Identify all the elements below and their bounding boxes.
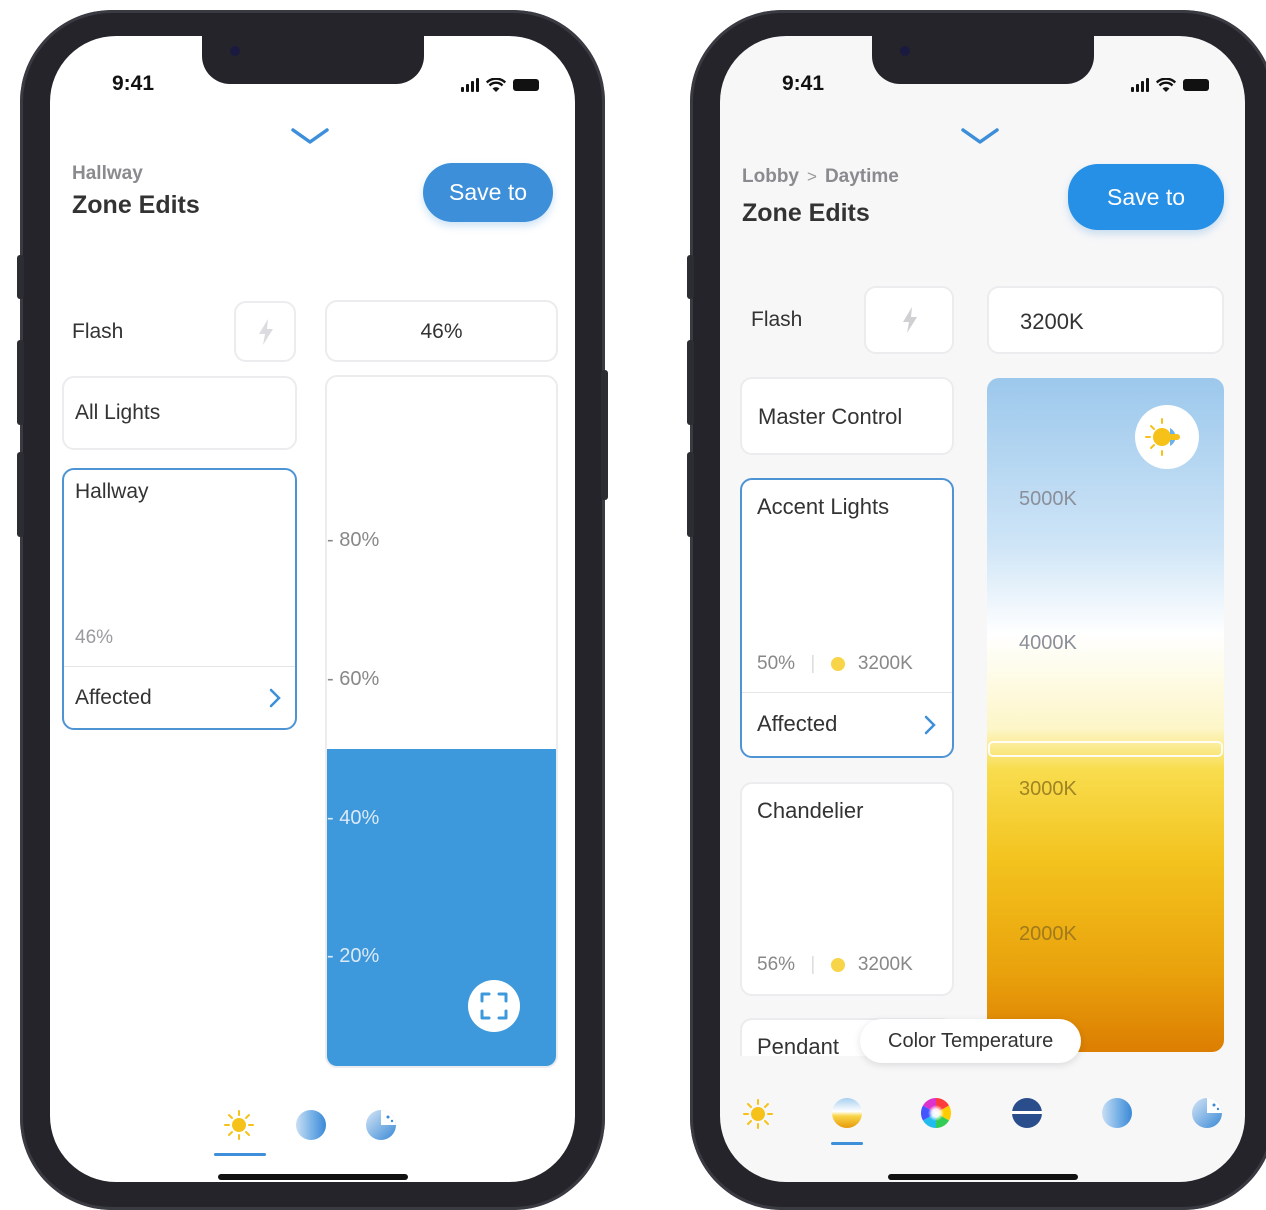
- zone-card-all-lights[interactable]: All Lights: [62, 376, 297, 450]
- zone-name: Accent Lights: [757, 494, 890, 519]
- sun-icon[interactable]: [224, 1110, 254, 1140]
- status-time: 9:41: [112, 72, 155, 95]
- breadcrumb-daytime[interactable]: Daytime: [825, 166, 899, 187]
- breadcrumb[interactable]: Hallway: [72, 163, 143, 185]
- notch: [872, 36, 1094, 84]
- zone-temp: 3200K: [857, 954, 913, 975]
- battery-icon: [513, 79, 539, 91]
- status-time: 9:41: [782, 72, 825, 95]
- tick-80: - 80%: [327, 529, 380, 551]
- horizon-icon[interactable]: [1010, 1096, 1044, 1130]
- signal-icon: [1131, 78, 1149, 92]
- zone-name: All Lights: [75, 401, 161, 424]
- home-indicator: [218, 1174, 408, 1180]
- divider: [742, 692, 952, 693]
- status-icons: [1131, 76, 1209, 92]
- color-dot-icon: [830, 656, 845, 671]
- tick-4000k: 4000K: [1019, 632, 1077, 654]
- tick-3000k: 3000K: [1019, 778, 1077, 800]
- flash-label: Flash: [751, 308, 803, 331]
- lightning-icon: [259, 319, 273, 345]
- phone-left: 9:41 Hallway Zone Edits Save to Flash 46…: [17, 10, 608, 1210]
- dim-moon-icon[interactable]: [1190, 1096, 1224, 1130]
- volume-down-button: [17, 452, 24, 537]
- zone-card-master-control[interactable]: Master Control: [740, 377, 954, 455]
- tick-60: - 60%: [327, 668, 380, 690]
- affected-link[interactable]: Affected: [757, 711, 837, 737]
- save-to-button[interactable]: Save to: [1068, 164, 1224, 230]
- volume-up-button: [687, 340, 694, 425]
- tab-indicator: [214, 1153, 266, 1156]
- breadcrumb-lobby[interactable]: Lobby: [742, 166, 799, 187]
- tick-5000k: 5000K: [1019, 488, 1077, 510]
- zone-name: Chandelier: [757, 798, 864, 823]
- page-title: Zone Edits: [742, 199, 870, 227]
- notch: [202, 36, 424, 84]
- tab-indicator: [831, 1142, 863, 1145]
- tooltip-color-temperature: Color Temperature: [860, 1019, 1082, 1063]
- tick-2000k: 2000K: [1019, 923, 1077, 945]
- chevron-right-icon[interactable]: [269, 688, 281, 708]
- sun-icon[interactable]: [743, 1099, 773, 1129]
- lightning-icon: [903, 307, 917, 333]
- screen: 9:41 Hallway Zone Edits Save to Flash 46…: [50, 36, 575, 1182]
- home-indicator: [888, 1174, 1078, 1180]
- color-dot-icon: [830, 957, 845, 972]
- zone-card-accent-lights[interactable]: Accent Lights 50% | 3200K Affected: [740, 478, 954, 758]
- tick-20: - 20%: [327, 945, 380, 967]
- color-temperature-icon[interactable]: [830, 1096, 864, 1130]
- brightness-fill: [327, 749, 556, 1066]
- divider: [64, 666, 295, 667]
- fullscreen-icon[interactable]: [467, 979, 521, 1033]
- zone-meta: 50% | 3200K: [757, 653, 913, 674]
- wifi-icon: [486, 78, 506, 92]
- breadcrumb: Lobby > Daytime: [742, 166, 899, 188]
- slider-handle[interactable]: [988, 741, 1223, 757]
- battery-icon: [1183, 79, 1209, 91]
- dim-moon-icon[interactable]: [364, 1108, 398, 1142]
- volume-up-button: [17, 340, 24, 425]
- signal-icon: [461, 78, 479, 92]
- temperature-value: 3200K: [1020, 309, 1084, 334]
- zone-level: 56%: [757, 954, 796, 975]
- save-to-button[interactable]: Save to: [423, 163, 553, 222]
- half-moon-icon[interactable]: [294, 1108, 328, 1142]
- status-icons: [461, 76, 539, 92]
- zone-name: Master Control: [758, 404, 903, 429]
- mute-switch: [687, 255, 694, 299]
- affected-link[interactable]: Affected: [75, 686, 152, 710]
- brightness-slider[interactable]: - 80% - 60% - 40% - 20%: [325, 375, 558, 1068]
- collapse-chevron-icon[interactable]: [960, 126, 1000, 146]
- zone-card-hallway[interactable]: Hallway 46% Affected: [62, 468, 297, 730]
- volume-down-button: [687, 452, 694, 537]
- power-button: [601, 370, 608, 500]
- page-title: Zone Edits: [72, 191, 200, 219]
- color-wheel-icon[interactable]: [919, 1096, 953, 1130]
- color-temperature-slider[interactable]: 5000K 4000K 3000K 2000K: [987, 378, 1224, 1052]
- chevron-right-icon[interactable]: [924, 715, 936, 735]
- zone-meta: 56% | 3200K: [757, 954, 913, 975]
- wifi-icon: [1156, 78, 1176, 92]
- zone-level: 46%: [75, 627, 114, 648]
- temperature-readout: 3200K: [987, 286, 1224, 354]
- tick-40: - 40%: [327, 807, 380, 829]
- temperature-badge-icon: [1135, 405, 1199, 469]
- flash-button[interactable]: [864, 286, 954, 354]
- zone-name: Hallway: [75, 480, 149, 503]
- flash-button[interactable]: [234, 301, 296, 362]
- level-value: 46%: [420, 320, 463, 343]
- screen: 9:41 Lobby > Daytime Zone Edits Save to Fl…: [720, 36, 1245, 1182]
- mute-switch: [17, 255, 24, 299]
- zone-level: 50%: [757, 653, 796, 674]
- phone-right: 9:41 Lobby > Daytime Zone Edits Save to Fl…: [687, 10, 1266, 1210]
- flash-label: Flash: [72, 320, 124, 343]
- zone-temp: 3200K: [857, 653, 913, 674]
- level-readout: 46%: [325, 300, 558, 362]
- half-moon-icon[interactable]: [1100, 1096, 1134, 1130]
- breadcrumb-separator: >: [807, 167, 817, 186]
- zone-card-chandelier[interactable]: Chandelier 56% | 3200K: [740, 782, 954, 996]
- collapse-chevron-icon[interactable]: [290, 126, 330, 146]
